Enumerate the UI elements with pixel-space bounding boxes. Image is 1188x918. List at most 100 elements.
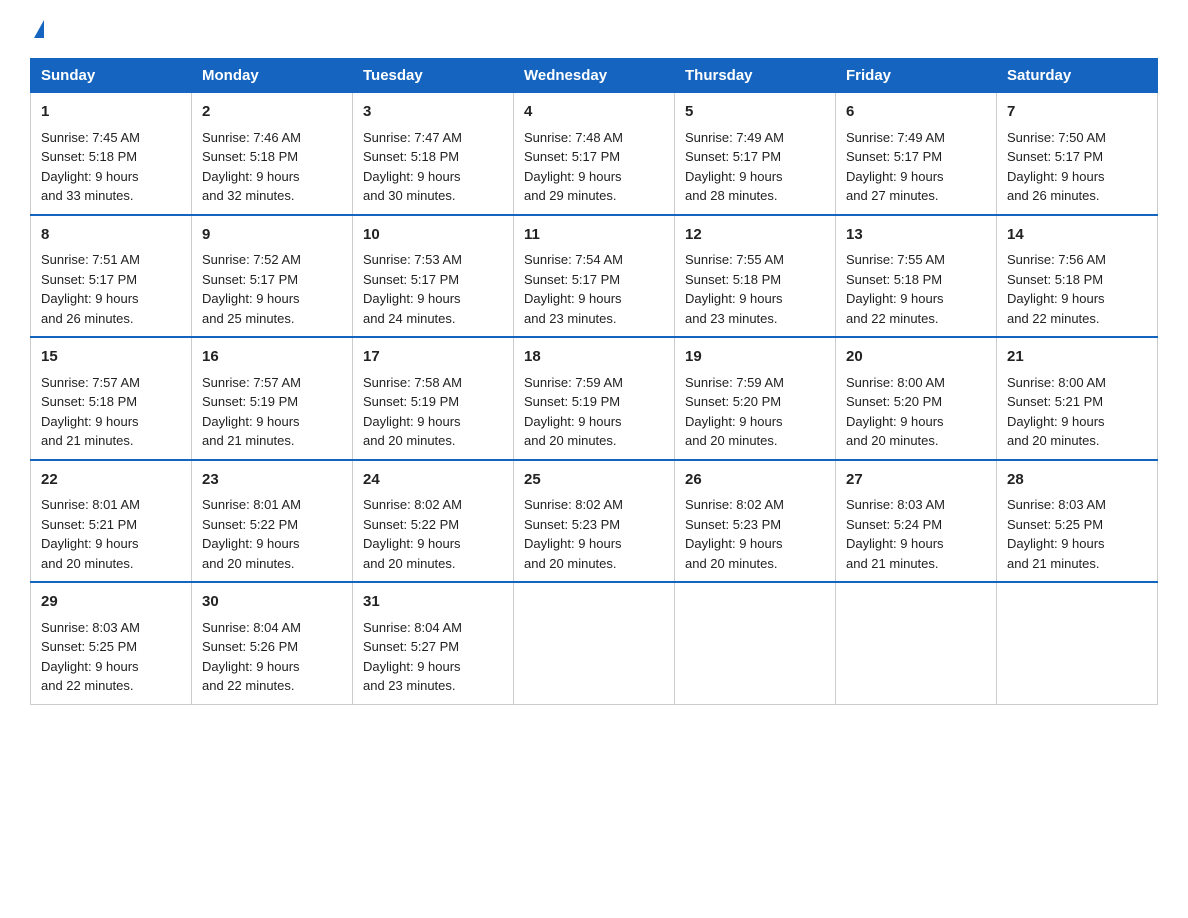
sunrise-text: Sunrise: 7:57 AM: [202, 375, 301, 390]
calendar-cell: 18Sunrise: 7:59 AMSunset: 5:19 PMDayligh…: [514, 337, 675, 460]
daylight-text: Daylight: 9 hours: [363, 169, 461, 184]
daylight-text: Daylight: 9 hours: [202, 291, 300, 306]
day-number: 6: [846, 101, 986, 124]
calendar-cell: 25Sunrise: 8:02 AMSunset: 5:23 PMDayligh…: [514, 460, 675, 583]
sunset-text: Sunset: 5:20 PM: [846, 394, 942, 409]
day-number: 26: [685, 469, 825, 492]
day-number: 14: [1007, 224, 1147, 247]
calendar-cell: 29Sunrise: 8:03 AMSunset: 5:25 PMDayligh…: [31, 582, 192, 704]
daylight-minutes: and 22 minutes.: [41, 678, 134, 693]
daylight-minutes: and 25 minutes.: [202, 311, 295, 326]
daylight-text: Daylight: 9 hours: [363, 659, 461, 674]
day-number: 18: [524, 346, 664, 369]
daylight-minutes: and 29 minutes.: [524, 188, 617, 203]
sunrise-text: Sunrise: 7:55 AM: [685, 252, 784, 267]
header-day-thursday: Thursday: [675, 59, 836, 93]
calendar-cell: 23Sunrise: 8:01 AMSunset: 5:22 PMDayligh…: [192, 460, 353, 583]
day-number: 9: [202, 224, 342, 247]
sunrise-text: Sunrise: 8:03 AM: [1007, 497, 1106, 512]
daylight-minutes: and 27 minutes.: [846, 188, 939, 203]
calendar-cell: 4Sunrise: 7:48 AMSunset: 5:17 PMDaylight…: [514, 93, 675, 215]
calendar-cell: 7Sunrise: 7:50 AMSunset: 5:17 PMDaylight…: [997, 93, 1158, 215]
week-row-3: 15 Sunrise: 7:57 AM Sunset: 5:18 PM Dayligh…: [31, 337, 1158, 460]
daylight-text: Daylight: 9 hours: [41, 536, 139, 551]
sunset-text: Sunset: 5:18 PM: [41, 394, 137, 409]
daylight-text: Daylight: 9 hours: [846, 291, 944, 306]
sunset-text: Sunset: 5:21 PM: [41, 517, 137, 532]
daylight-text: Daylight: 9 hours: [202, 659, 300, 674]
daylight-minutes: and 26 minutes.: [41, 311, 134, 326]
logo-triangle-icon: [34, 20, 44, 38]
header-day-sunday: Sunday: [31, 59, 192, 93]
day-number: 10: [363, 224, 503, 247]
calendar-cell: 12Sunrise: 7:55 AMSunset: 5:18 PMDayligh…: [675, 215, 836, 338]
sunrise-text: Sunrise: 8:01 AM: [41, 497, 140, 512]
calendar-cell: [675, 582, 836, 704]
sunrise-text: Sunrise: 7:48 AM: [524, 130, 623, 145]
sunset-text: Sunset: 5:18 PM: [202, 149, 298, 164]
day-number: 13: [846, 224, 986, 247]
day-number: 15: [41, 346, 181, 369]
calendar-cell: 28Sunrise: 8:03 AMSunset: 5:25 PMDayligh…: [997, 460, 1158, 583]
day-number: 1: [41, 101, 181, 124]
daylight-text: Daylight: 9 hours: [1007, 414, 1105, 429]
daylight-text: Daylight: 9 hours: [524, 169, 622, 184]
calendar-cell: 5Sunrise: 7:49 AMSunset: 5:17 PMDaylight…: [675, 93, 836, 215]
daylight-minutes: and 22 minutes.: [846, 311, 939, 326]
daylight-minutes: and 20 minutes.: [1007, 433, 1100, 448]
daylight-minutes: and 23 minutes.: [685, 311, 778, 326]
week-row-2: 8Sunrise: 7:51 AMSunset: 5:17 PMDaylight…: [31, 215, 1158, 338]
daylight-text: Daylight: 9 hours: [846, 414, 944, 429]
daylight-minutes: and 32 minutes.: [202, 188, 295, 203]
sunrise-text: Sunrise: 8:00 AM: [1007, 375, 1106, 390]
calendar-cell: 8Sunrise: 7:51 AMSunset: 5:17 PMDaylight…: [31, 215, 192, 338]
calendar-cell: 31Sunrise: 8:04 AMSunset: 5:27 PMDayligh…: [353, 582, 514, 704]
week-row-5: 29Sunrise: 8:03 AMSunset: 5:25 PMDayligh…: [31, 582, 1158, 704]
daylight-text: Daylight: 9 hours: [685, 291, 783, 306]
sunset-text: Sunset: 5:17 PM: [41, 272, 137, 287]
day-number: 11: [524, 224, 664, 247]
day-number: 29: [41, 591, 181, 614]
sunset-text: Sunset: 5:18 PM: [846, 272, 942, 287]
daylight-text: Daylight: 9 hours: [202, 169, 300, 184]
daylight-minutes: and 33 minutes.: [41, 188, 134, 203]
sunrise-text: Sunrise: 7:59 AM: [685, 375, 784, 390]
sunrise-text: Sunrise: 7:47 AM: [363, 130, 462, 145]
sunrise-text: Sunrise: 7:51 AM: [41, 252, 140, 267]
sunset-text: Sunset: 5:17 PM: [524, 149, 620, 164]
calendar-cell: 20Sunrise: 8:00 AMSunset: 5:20 PMDayligh…: [836, 337, 997, 460]
sunrise-text: Sunrise: 7:59 AM: [524, 375, 623, 390]
daylight-text: Daylight: 9 hours: [846, 536, 944, 551]
day-number: 22: [41, 469, 181, 492]
calendar-cell: 24Sunrise: 8:02 AMSunset: 5:22 PMDayligh…: [353, 460, 514, 583]
logo: [30, 20, 44, 38]
sunset-text: Sunset: 5:17 PM: [202, 272, 298, 287]
calendar-cell: 14Sunrise: 7:56 AMSunset: 5:18 PMDayligh…: [997, 215, 1158, 338]
sunset-text: Sunset: 5:17 PM: [524, 272, 620, 287]
daylight-text: Daylight: 9 hours: [363, 291, 461, 306]
day-number: 24: [363, 469, 503, 492]
daylight-text: Daylight: 9 hours: [41, 291, 139, 306]
day-number: 7: [1007, 101, 1147, 124]
sunset-text: Sunset: 5:22 PM: [363, 517, 459, 532]
daylight-text: Daylight: 9 hours: [1007, 169, 1105, 184]
day-number: 23: [202, 469, 342, 492]
day-number: 19: [685, 346, 825, 369]
sunset-text: Sunset: 5:17 PM: [363, 272, 459, 287]
sunset-text: Sunset: 5:21 PM: [1007, 394, 1103, 409]
calendar-cell: 19Sunrise: 7:59 AMSunset: 5:20 PMDayligh…: [675, 337, 836, 460]
header-day-monday: Monday: [192, 59, 353, 93]
daylight-minutes: and 21 minutes.: [41, 433, 134, 448]
daylight-text: Daylight: 9 hours: [1007, 291, 1105, 306]
sunset-text: Sunset: 5:20 PM: [685, 394, 781, 409]
sunrise-text: Sunrise: 7:45 AM: [41, 130, 140, 145]
sunset-text: Sunset: 5:27 PM: [363, 639, 459, 654]
sunset-text: Sunset: 5:25 PM: [1007, 517, 1103, 532]
day-number: 30: [202, 591, 342, 614]
daylight-minutes: and 23 minutes.: [524, 311, 617, 326]
header-day-tuesday: Tuesday: [353, 59, 514, 93]
calendar-cell: 3Sunrise: 7:47 AMSunset: 5:18 PMDaylight…: [353, 93, 514, 215]
sunrise-text: Sunrise: 8:04 AM: [202, 620, 301, 635]
daylight-minutes: and 20 minutes.: [202, 556, 295, 571]
daylight-text: Daylight: 9 hours: [685, 169, 783, 184]
